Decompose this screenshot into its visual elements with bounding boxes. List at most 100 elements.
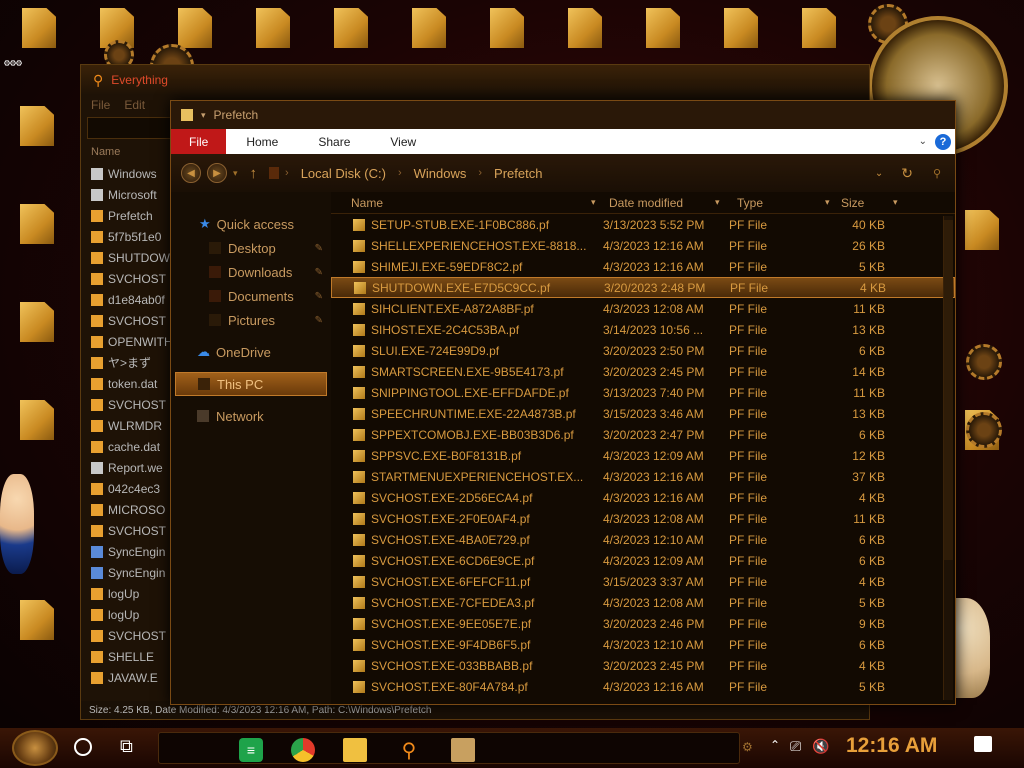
file-row[interactable]: SPPEXTCOMOBJ.EXE-BB03B3D6.pf 3/20/2023 2:… [331,424,955,445]
green-app-icon[interactable]: ≡ [239,738,263,762]
forward-button[interactable]: ▶ [207,163,227,183]
tray-gear-icon[interactable]: ⚙ [742,740,753,754]
column-name[interactable]: Name [91,146,120,158]
address-dropdown-icon[interactable]: ⌄ [875,168,883,179]
breadcrumb-prefetch[interactable]: Prefetch [488,166,548,181]
menu-edit[interactable]: Edit [124,98,145,112]
sort-chevron-icon[interactable]: ▾ [715,197,733,208]
sort-chevron-icon[interactable]: ▾ [825,197,841,208]
column-date-modified[interactable]: Date modified [605,196,715,210]
nav-downloads[interactable]: Downloads ✎ [171,260,331,284]
file-row[interactable]: SNIPPINGTOOL.EXE-EFFDAFDE.pf 3/13/2023 7:… [331,382,955,403]
tab-view[interactable]: View [370,129,436,154]
desktop-file-icon[interactable] [20,204,54,244]
breadcrumb-local-disk[interactable]: Local Disk (C:) [295,166,392,181]
file-row[interactable]: SVCHOST.EXE-2D56ECA4.pf 4/3/2023 12:16 AM… [331,487,955,508]
file-row[interactable]: SIHCLIENT.EXE-A872A8BF.pf 4/3/2023 12:08 … [331,298,955,319]
column-size[interactable]: Size [841,196,893,210]
desktop-file-icon[interactable] [20,400,54,440]
file-row[interactable]: SVCHOST.EXE-80F4A784.pf 4/3/2023 12:16 AM… [331,676,955,697]
file-row[interactable]: STARTMENUEXPERIENCEHOST.EX... 4/3/2023 12… [331,466,955,487]
recent-locations-icon[interactable]: ▾ [233,168,238,179]
scrollbar-thumb[interactable] [944,220,953,560]
everything-titlebar[interactable]: ⚲ Everything [81,65,869,95]
file-type: PF File [729,637,768,652]
desktop-file-icon[interactable] [646,8,680,48]
start-button[interactable] [12,730,58,766]
volume-muted-icon[interactable]: 🔇 [812,738,829,755]
chevron-down-icon[interactable]: ▾ [201,110,206,121]
task-view-icon[interactable]: ⧉ [120,736,133,757]
desktop-file-icon[interactable] [802,8,836,48]
file-row[interactable]: SPPSVC.EXE-B0F8131B.pf 4/3/2023 12:09 AM P… [331,445,955,466]
file-row[interactable]: SMARTSCREEN.EXE-9B5E4173.pf 3/20/2023 2:4… [331,361,955,382]
menu-file[interactable]: File [91,98,110,112]
file-row[interactable]: SHUTDOWN.EXE-E7D5C9CC.pf 3/20/2023 2:48 P… [331,277,955,298]
notification-icon[interactable] [974,736,992,752]
desktop-file-icon[interactable] [20,106,54,146]
sort-chevron-icon[interactable]: ▾ [591,197,605,208]
refresh-icon[interactable]: ↻ [901,165,913,182]
desktop-file-icon[interactable] [22,8,56,48]
tab-share[interactable]: Share [298,129,370,154]
chevron-right-icon[interactable]: › [478,167,482,179]
up-arrow-icon[interactable]: ↑ [250,165,258,182]
nav-documents[interactable]: Documents ✎ [171,284,331,308]
desktop-file-icon[interactable] [334,8,368,48]
file-row[interactable]: SETUP-STUB.EXE-1F0BC886.pf 3/13/2023 5:52… [331,214,955,235]
desktop-file-icon[interactable] [490,8,524,48]
nav-network[interactable]: Network [171,404,331,428]
file-row[interactable]: SVCHOST.EXE-4BA0E729.pf 4/3/2023 12:10 AM… [331,529,955,550]
desktop-file-icon[interactable] [178,8,212,48]
column-name[interactable]: Name [351,196,591,210]
show-hidden-icons[interactable]: ⌃ [770,738,780,752]
nav-quick-access[interactable]: ★ Quick access [171,212,331,236]
nav-desktop[interactable]: Desktop ✎ [171,236,331,260]
file-row[interactable]: SVCHOST.EXE-6FEFCF11.pf 3/15/2023 3:37 AM… [331,571,955,592]
pf-file-icon [353,512,365,525]
expand-ribbon-icon[interactable]: ⌄ [919,136,927,147]
sort-chevron-icon[interactable]: ▾ [893,197,898,208]
game-icon[interactable] [451,738,475,762]
help-icon[interactable]: ? [935,133,951,150]
file-explorer-window[interactable]: ▾ Prefetch File Home Share View ⌄ ? ◀ ▶ … [170,100,956,705]
nav-onedrive[interactable]: ☁ OneDrive [171,340,331,364]
chevron-right-icon[interactable]: › [398,167,402,179]
nav-pictures[interactable]: Pictures ✎ [171,308,331,332]
system-clock[interactable]: 12:16 AM [846,734,937,758]
tab-home[interactable]: Home [226,129,298,154]
file-row[interactable]: SVCHOST.EXE-9EE05E7E.pf 3/20/2023 2:46 PM… [331,613,955,634]
desktop-file-icon[interactable] [412,8,446,48]
file-row[interactable]: SVCHOST.EXE-6CD6E9CE.pf 4/3/2023 12:09 AM… [331,550,955,571]
file-row[interactable]: SVCHOST.EXE-2F0E0AF4.pf 4/3/2023 12:08 AM… [331,508,955,529]
file-row[interactable]: SIHOST.EXE-2C4C53BA.pf 3/14/2023 10:56 ..… [331,319,955,340]
desktop-file-icon[interactable] [568,8,602,48]
nav-this-pc[interactable]: This PC [175,372,327,396]
chevron-right-icon[interactable]: › [285,167,289,179]
back-button[interactable]: ◀ [181,163,201,183]
file-row[interactable]: SHIMEJI.EXE-59EDF8C2.pf 4/3/2023 12:16 AM… [331,256,955,277]
explorer-titlebar[interactable]: ▾ Prefetch [171,101,955,129]
file-row[interactable]: SVCHOST.EXE-7CFEDEA3.pf 4/3/2023 12:08 AM… [331,592,955,613]
vertical-scrollbar[interactable] [943,216,953,700]
file-row[interactable]: SHELLEXPERIENCEHOST.EXE-8818... 4/3/2023 … [331,235,955,256]
file-row[interactable]: SVCHOST.EXE-9F4DB6F5.pf 4/3/2023 12:10 AM… [331,634,955,655]
desktop-file-icon[interactable] [20,302,54,342]
file-row[interactable]: SLUI.EXE-724E99D9.pf 3/20/2023 2:50 PM PF … [331,340,955,361]
everything-search-icon[interactable]: ⚲ [397,738,421,762]
desktop-file-icon[interactable] [965,210,999,250]
desktop-file-icon[interactable] [20,600,54,640]
column-type[interactable]: Type [733,196,825,210]
chrome-icon[interactable] [291,738,315,762]
breadcrumb-windows[interactable]: Windows [408,166,473,181]
file-name: SIHCLIENT.EXE-A872A8BF.pf [371,301,534,316]
file-row[interactable]: SPEECHRUNTIME.EXE-22A4873B.pf 3/15/2023 3… [331,403,955,424]
desktop-file-icon[interactable] [256,8,290,48]
network-tray-icon[interactable]: ⎚ [790,738,801,755]
search-circle-icon[interactable] [74,738,92,756]
desktop-file-icon[interactable] [724,8,758,48]
tab-file[interactable]: File [171,129,227,154]
file-explorer-icon[interactable] [343,738,367,762]
search-box-icon[interactable]: ⚲ [933,167,941,180]
file-row[interactable]: SVCHOST.EXE-033BBABB.pf 3/20/2023 2:45 PM… [331,655,955,676]
